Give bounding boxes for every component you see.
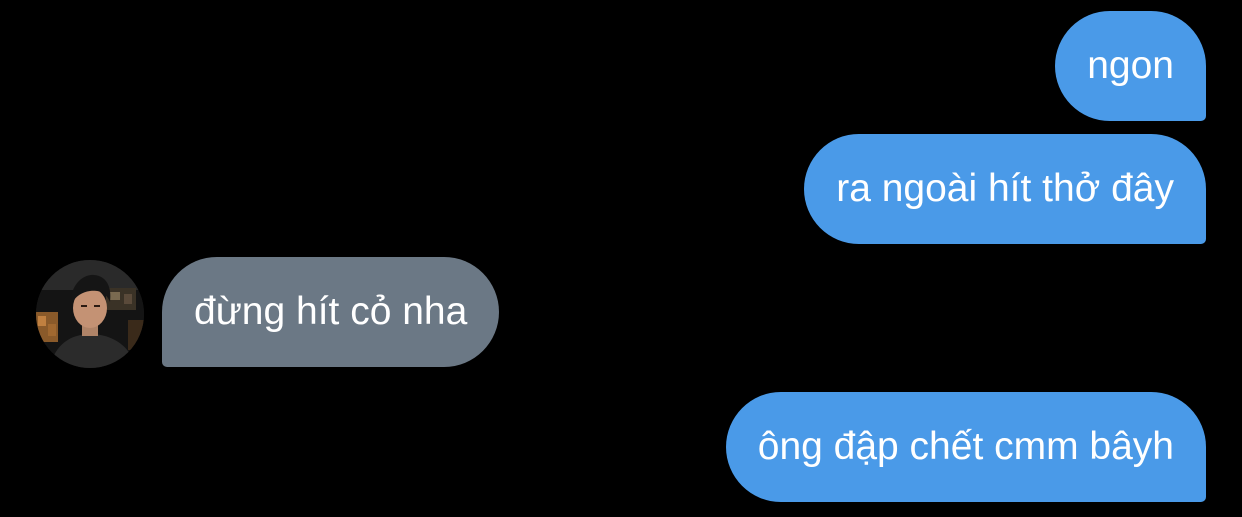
message-text: ra ngoài hít thở đây bbox=[836, 167, 1174, 210]
message-text: đừng hít cỏ nha bbox=[194, 290, 468, 333]
message-bubble-sent[interactable]: ra ngoài hít thở đây bbox=[804, 134, 1206, 244]
message-bubble-sent[interactable]: ông đập chết cmm bâyh bbox=[725, 392, 1206, 502]
contact-photo-icon bbox=[36, 260, 144, 368]
message-bubble-received[interactable]: đừng hít cỏ nha bbox=[162, 257, 500, 367]
message-text: ông đập chết cmm bâyh bbox=[757, 425, 1174, 468]
message-text: ngon bbox=[1087, 44, 1174, 87]
avatar[interactable] bbox=[36, 260, 144, 368]
message-bubble-sent[interactable]: ngon bbox=[1055, 11, 1206, 121]
